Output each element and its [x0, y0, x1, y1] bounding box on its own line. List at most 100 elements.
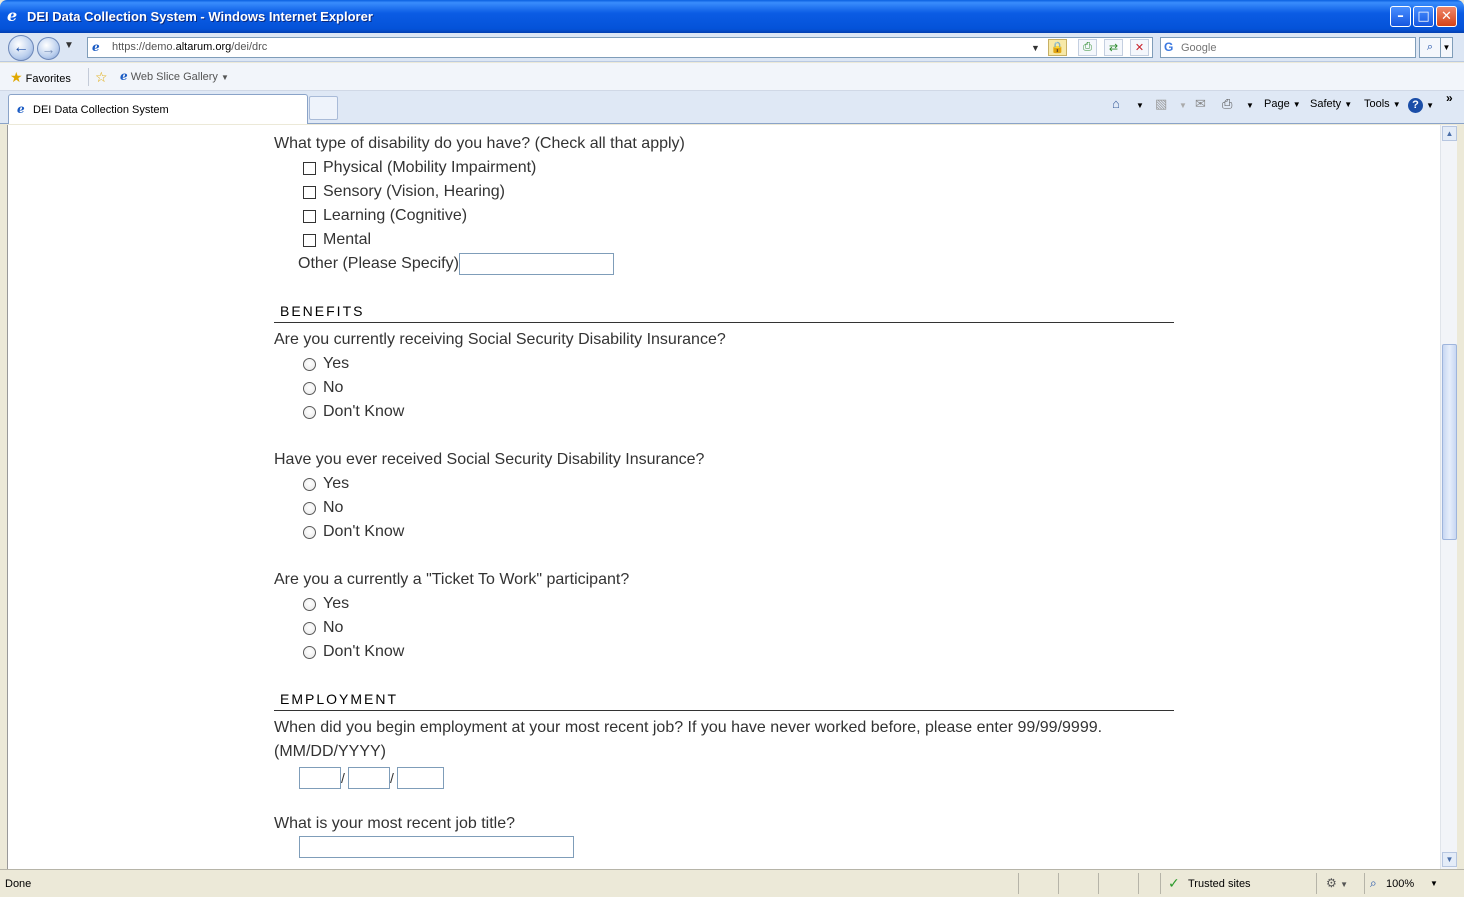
ssdi-current-dont-know[interactable]: Don't Know: [303, 403, 404, 421]
chevron-down-icon: ▼: [1392, 100, 1401, 109]
help-icon: ?: [1408, 98, 1423, 113]
chevron-down-icon: ▼: [220, 73, 229, 82]
status-separator: [1160, 873, 1161, 894]
vertical-scrollbar[interactable]: ▲ ▼: [1440, 125, 1457, 869]
compatibility-view-icon[interactable]: ⎙: [1078, 39, 1097, 56]
protected-mode-icon[interactable]: ⚙ ▼: [1326, 876, 1348, 890]
zoom-level[interactable]: 100%: [1386, 878, 1414, 890]
disability-option-mental[interactable]: Mental: [303, 231, 371, 249]
ssdi-ever-yes[interactable]: Yes: [303, 475, 349, 493]
disability-option-learning[interactable]: Learning (Cognitive): [303, 207, 467, 225]
radio-button[interactable]: [303, 477, 316, 491]
back-arrow-icon: ←: [13, 39, 29, 56]
address-url[interactable]: https://demo.altarum.org/dei/drc: [112, 41, 267, 53]
close-button[interactable]: ✕: [1436, 6, 1457, 27]
home-dropdown-icon[interactable]: ▼: [1136, 101, 1144, 110]
new-tab-button[interactable]: [309, 96, 338, 120]
address-dropdown-icon[interactable]: ▼: [1026, 39, 1045, 56]
page-icon: e: [92, 40, 100, 54]
start-day-input[interactable]: [348, 767, 390, 789]
radio-button[interactable]: [303, 501, 316, 515]
start-month-input[interactable]: [299, 767, 341, 789]
status-separator: [1098, 873, 1099, 894]
help-menu[interactable]: ? ▼: [1408, 98, 1434, 113]
radio-button[interactable]: [303, 525, 316, 539]
search-button[interactable]: ⌕: [1419, 37, 1441, 58]
disability-option-sensory[interactable]: Sensory (Vision, Hearing): [303, 183, 505, 201]
status-separator: [1138, 873, 1139, 894]
toolbar-overflow-icon[interactable]: »: [1446, 91, 1453, 105]
safety-menu[interactable]: Safety ▼: [1310, 98, 1352, 110]
scroll-down-button[interactable]: ▼: [1442, 852, 1457, 867]
checkbox[interactable]: [303, 233, 316, 247]
scroll-up-button[interactable]: ▲: [1442, 126, 1457, 141]
tab-dei-data-collection[interactable]: e DEI Data Collection System: [8, 94, 308, 124]
other-specify-label: Other (Please Specify): [298, 255, 459, 272]
security-zone[interactable]: Trusted sites: [1188, 878, 1251, 890]
ie-page-icon: e: [17, 102, 25, 116]
chevron-down-icon: ▼: [1344, 100, 1353, 109]
ticket-to-work-no[interactable]: No: [303, 619, 343, 637]
feeds-icon[interactable]: ▧: [1155, 96, 1167, 112]
chevron-down-icon: ▼: [1442, 43, 1451, 52]
feeds-dropdown-icon[interactable]: ▼: [1179, 101, 1187, 110]
disability-question: What type of disability do you have? (Ch…: [274, 135, 685, 152]
disability-option-physical[interactable]: Physical (Mobility Impairment): [303, 159, 536, 177]
checkbox[interactable]: [303, 161, 316, 175]
page-menu[interactable]: Page ▼: [1264, 98, 1301, 110]
radio-button[interactable]: [303, 621, 316, 635]
ticket-to-work-dont-know[interactable]: Don't Know: [303, 643, 404, 661]
ticket-to-work-yes[interactable]: Yes: [303, 595, 349, 613]
google-icon: G: [1164, 40, 1174, 54]
status-separator: [1018, 873, 1019, 894]
ssdi-current-question: Are you currently receiving Social Secur…: [274, 331, 726, 348]
title-bar: e DEI Data Collection System - Windows I…: [0, 0, 1464, 33]
ssdi-current-yes[interactable]: Yes: [303, 355, 349, 373]
search-input[interactable]: [1181, 40, 1411, 55]
mail-icon[interactable]: ✉: [1195, 96, 1206, 112]
date-separator: /: [341, 770, 345, 786]
radio-button[interactable]: [303, 381, 316, 395]
lock-icon[interactable]: 🔒: [1048, 39, 1067, 56]
address-bar[interactable]: e https://demo.altarum.org/dei/drc ▼ 🔒 ⎙…: [87, 37, 1153, 58]
page-content: What type of disability do you have? (Ch…: [7, 125, 1440, 869]
zoom-dropdown-icon[interactable]: ▼: [1430, 879, 1438, 888]
date-separator: /: [390, 770, 394, 786]
forward-arrow-icon: →: [41, 40, 56, 57]
status-separator: [1364, 873, 1365, 894]
window-title: DEI Data Collection System - Windows Int…: [27, 9, 373, 24]
stop-icon[interactable]: ✕: [1130, 39, 1149, 56]
checkbox[interactable]: [303, 185, 316, 199]
print-icon[interactable]: ⎙: [1222, 96, 1232, 112]
radio-button[interactable]: [303, 645, 316, 659]
ssdi-current-no[interactable]: No: [303, 379, 343, 397]
recent-pages-dropdown-icon[interactable]: ▼: [64, 40, 74, 51]
add-to-favorites-button[interactable]: ☆: [95, 69, 108, 86]
radio-button[interactable]: [303, 405, 316, 419]
forward-button[interactable]: →: [37, 37, 60, 60]
search-box[interactable]: G: [1160, 37, 1416, 58]
web-slice-gallery-link[interactable]: e Web Slice Gallery ▼: [120, 69, 229, 83]
search-options-dropdown[interactable]: ▼: [1441, 37, 1453, 58]
checkbox[interactable]: [303, 209, 316, 223]
radio-button[interactable]: [303, 357, 316, 371]
back-button[interactable]: ←: [8, 35, 34, 61]
favorites-star-icon: ★: [10, 69, 23, 85]
refresh-icon[interactable]: ⇄: [1104, 39, 1123, 56]
print-dropdown-icon[interactable]: ▼: [1246, 101, 1254, 110]
status-bar: Done ✓ Trusted sites ⚙ ▼ ⌕ 100% ▼: [0, 869, 1464, 897]
favorites-bar: ★ Favorites ☆ e Web Slice Gallery ▼: [0, 63, 1464, 91]
home-icon[interactable]: ⌂: [1112, 96, 1120, 111]
maximize-button[interactable]: □: [1413, 6, 1434, 27]
start-year-input[interactable]: [397, 767, 444, 789]
chevron-down-icon: ▼: [1292, 100, 1301, 109]
job-title-input[interactable]: [299, 836, 574, 858]
ssdi-ever-dont-know[interactable]: Don't Know: [303, 523, 404, 541]
radio-button[interactable]: [303, 597, 316, 611]
scroll-thumb[interactable]: [1442, 344, 1457, 540]
other-specify-input[interactable]: [459, 253, 614, 275]
favorites-button[interactable]: ★ Favorites: [10, 69, 71, 86]
tools-menu[interactable]: Tools ▼: [1364, 98, 1401, 110]
ssdi-ever-no[interactable]: No: [303, 499, 343, 517]
minimize-button[interactable]: –: [1390, 6, 1411, 27]
